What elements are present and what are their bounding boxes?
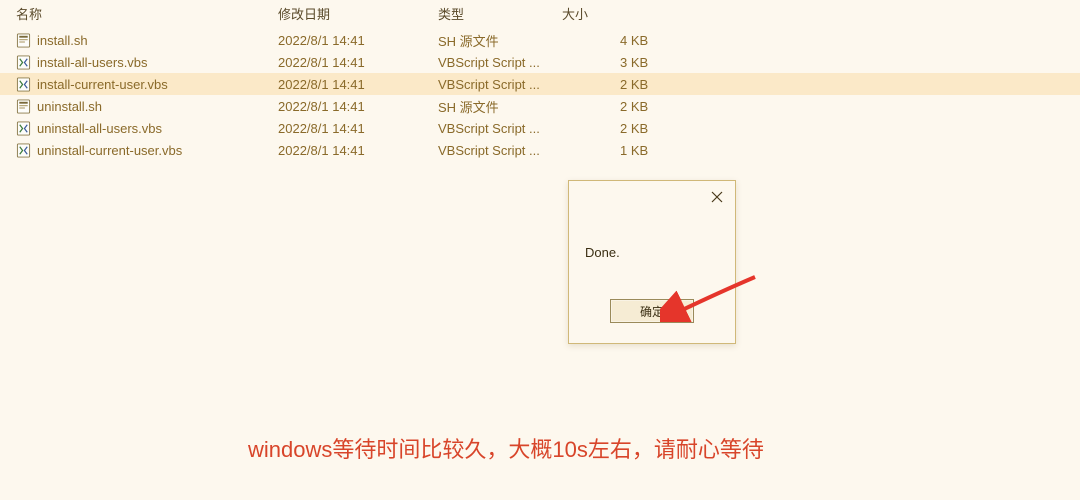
file-row[interactable]: uninstall-all-users.vbs 2022/8/1 14:41VBS… [0,117,1080,139]
file-size: 2 KB [562,99,682,114]
ok-button[interactable]: 确定 [610,299,694,323]
file-type: VBScript Script ... [438,121,562,136]
file-size: 2 KB [562,77,682,92]
message-dialog: Done. 确定 [568,180,736,344]
file-size: 4 KB [562,33,682,48]
file-type: SH 源文件 [438,97,562,116]
vbs-file-icon [16,143,31,158]
file-row[interactable]: install-current-user.vbs 2022/8/1 14:41VB… [0,73,1080,95]
header-date[interactable]: 修改日期 [278,4,438,23]
file-name: install-current-user.vbs [37,77,168,92]
column-headers: 名称 修改日期 类型 大小 [0,0,1080,29]
vbs-file-icon [16,121,31,136]
file-date: 2022/8/1 14:41 [278,99,438,114]
file-date: 2022/8/1 14:41 [278,33,438,48]
file-size: 2 KB [562,121,682,136]
header-type[interactable]: 类型 [438,4,562,23]
sh-file-icon [16,99,31,114]
file-name: install-all-users.vbs [37,55,148,70]
file-date: 2022/8/1 14:41 [278,77,438,92]
vbs-file-icon [16,55,31,70]
file-type: VBScript Script ... [438,143,562,158]
file-name: install.sh [37,33,88,48]
file-date: 2022/8/1 14:41 [278,55,438,70]
header-size[interactable]: 大小 [562,4,682,23]
file-row[interactable]: install.sh 2022/8/1 14:41SH 源文件4 KB [0,29,1080,51]
annotation-text: windows等待时间比较久，大概10s左右，请耐心等待 [248,432,764,464]
file-date: 2022/8/1 14:41 [278,143,438,158]
file-date: 2022/8/1 14:41 [278,121,438,136]
file-name: uninstall-current-user.vbs [37,143,182,158]
sh-file-icon [16,33,31,48]
file-row[interactable]: install-all-users.vbs 2022/8/1 14:41VBScr… [0,51,1080,73]
file-row[interactable]: uninstall.sh 2022/8/1 14:41SH 源文件2 KB [0,95,1080,117]
file-name: uninstall.sh [37,99,102,114]
dialog-message: Done. [585,245,620,260]
close-icon[interactable] [707,187,727,207]
file-row[interactable]: uninstall-current-user.vbs 2022/8/1 14:41… [0,139,1080,161]
file-name: uninstall-all-users.vbs [37,121,162,136]
file-list: 名称 修改日期 类型 大小 install.sh2022/8/1 14:41SH… [0,0,1080,161]
file-type: SH 源文件 [438,31,562,50]
header-name[interactable]: 名称 [16,4,278,23]
file-type: VBScript Script ... [438,77,562,92]
vbs-file-icon [16,77,31,92]
file-size: 1 KB [562,143,682,158]
file-type: VBScript Script ... [438,55,562,70]
file-size: 3 KB [562,55,682,70]
